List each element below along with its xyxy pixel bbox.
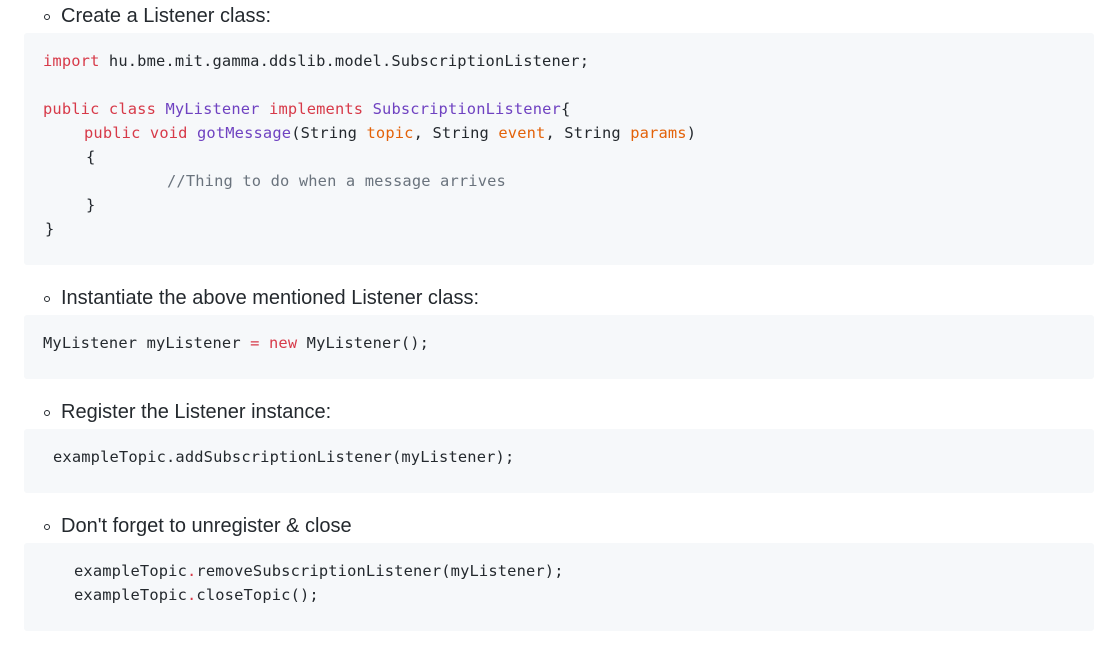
method-public-keyword: public [84,124,141,142]
step-3-heading-text: Register the Listener instance: [61,400,332,423]
method-name: gotMessage [197,124,292,142]
step-4-heading: Don't forget to unregister & close [44,511,352,541]
instantiate-lhs: MyListener myListener [43,334,251,352]
bullet-icon [44,524,50,530]
bullet-icon [44,14,50,20]
close-object: exampleTopic [74,586,187,604]
assign-operator: = [250,334,260,352]
param-topic: topic [366,124,414,142]
class-name: MyListener [165,100,260,118]
param-sep-2: , String [545,124,631,142]
remove-object: exampleTopic [74,562,187,580]
code-line-register: exampleTopic.addSubscriptionListener(myL… [53,445,514,469]
code-block-listener-class: import hu.bme.mit.gamma.ddslib.model.Sub… [24,33,1094,265]
code-line-method-close-brace: } [86,193,95,217]
bullet-icon [44,296,50,302]
class-close-brace: } [45,220,55,238]
step-4-heading-text: Don't forget to unregister & close [61,514,352,537]
code-line-import: import hu.bme.mit.gamma.ddslib.model.Sub… [43,49,589,73]
step-1-heading-text: Create a Listener class: [61,4,272,27]
method-open-paren: (String [291,124,367,142]
code-line-instantiate: MyListener myListener = new MyListener()… [43,331,429,355]
code-line-remove-listener: exampleTopic.removeSubscriptionListener(… [74,559,564,583]
code-line-method-decl: public void gotMessage(String topic, Str… [84,121,696,145]
step-1-heading: Create a Listener class: [44,1,271,31]
bullet-icon [44,410,50,416]
method-open-brace: { [86,148,96,166]
class-keyword: class [108,100,157,118]
import-path: hu.bme.mit.gamma.ddslib.model.Subscripti… [99,52,590,70]
param-sep-1: , String [413,124,499,142]
step-3-heading: Register the Listener instance: [44,397,331,427]
register-call: exampleTopic.addSubscriptionListener(myL… [53,448,515,466]
close-dot: . [187,586,197,604]
code-block-instantiate: MyListener myListener = new MyListener()… [24,315,1094,379]
class-open-brace: { [560,100,571,118]
step-2-heading-text: Instantiate the above mentioned Listener… [61,286,480,309]
code-line-method-open-brace: { [86,145,95,169]
new-keyword: new [269,334,298,352]
method-close-brace: } [86,196,96,214]
remove-call: removeSubscriptionListener(myListener); [196,562,564,580]
step-2-heading: Instantiate the above mentioned Listener… [44,283,479,313]
implements-keyword: implements [269,100,364,118]
method-void-keyword: void [149,124,188,142]
code-line-comment: //Thing to do when a message arrives [167,169,506,193]
import-keyword: import [43,52,100,70]
instantiate-rhs: MyListener(); [297,334,430,352]
interface-name: SubscriptionListener [372,100,561,118]
param-event: event [498,124,546,142]
close-call: closeTopic(); [196,586,319,604]
code-block-register: exampleTopic.addSubscriptionListener(myL… [24,429,1094,493]
code-comment: //Thing to do when a message arrives [167,172,506,190]
code-block-unregister: exampleTopic.removeSubscriptionListener(… [24,543,1094,631]
code-line-class-decl: public class MyListener implements Subsc… [43,97,570,121]
method-close-paren: ) [686,124,697,142]
code-line-class-close-brace: } [45,217,54,241]
param-params: params [630,124,687,142]
code-line-close-topic: exampleTopic.closeTopic(); [74,583,319,607]
remove-dot: . [187,562,197,580]
public-keyword: public [43,100,100,118]
